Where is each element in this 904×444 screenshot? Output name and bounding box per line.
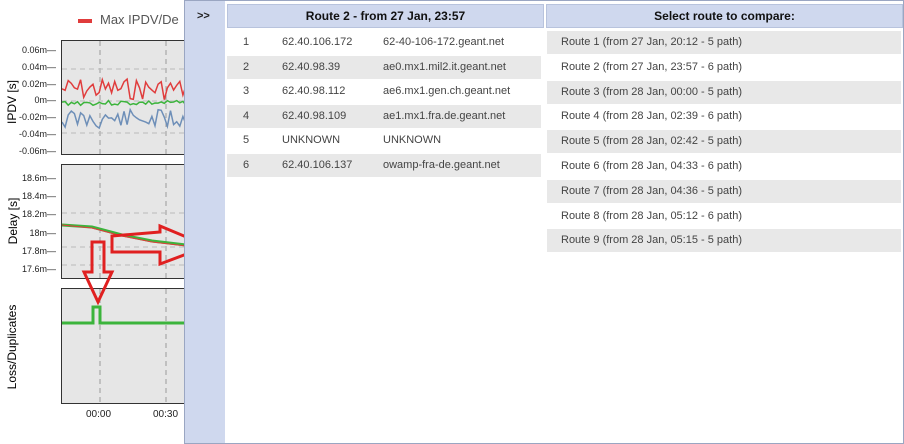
route-option[interactable]: Route 4 (from 28 Jan, 02:39 - 6 path) — [547, 105, 901, 128]
route-option[interactable]: Route 5 (from 28 Jan, 02:42 - 5 path) — [547, 130, 901, 154]
panel-sidebar: >> — [185, 1, 225, 443]
chart-area: Max IPDV/De IPDV [s] 0.06m— 0.04m— 0.02m— 0… — [0, 0, 185, 444]
ipdv-min-series — [62, 107, 184, 130]
hop-hostname: owamp-fra-de.geant.net — [383, 159, 500, 171]
chart-legend[interactable]: Max IPDV/De — [78, 12, 179, 27]
ipdv-tick: -0.04m— — [18, 129, 56, 139]
route-option[interactable]: Route 9 (from 28 Jan, 05:15 - 5 path) — [547, 229, 901, 253]
legend-label: Max IPDV/De — [100, 12, 179, 27]
hop-row: 2 62.40.98.39 ae0.mx1.mil2.it.geant.net — [227, 55, 541, 79]
loss-plot — [61, 288, 185, 404]
hop-ip: 62.40.98.109 — [282, 109, 347, 122]
route-option[interactable]: Route 7 (from 28 Jan, 04:36 - 5 path) — [547, 179, 901, 203]
delay-series — [62, 223, 184, 247]
route-panel: >> Route 2 - from 27 Jan, 23:57 Select r… — [184, 0, 904, 444]
hop-number: 4 — [243, 109, 250, 122]
hop-number: 3 — [243, 85, 250, 98]
hop-hostname: UNKNOWN — [383, 134, 442, 147]
hop-number: 5 — [243, 134, 250, 147]
delay-tick: 18m— — [29, 227, 56, 238]
hop-number: 2 — [243, 60, 250, 73]
delay-tick: 17.6m— — [21, 264, 56, 274]
delay-tick: 18.2m— — [21, 209, 56, 220]
hop-hostname: ae0.mx1.mil2.it.geant.net — [383, 60, 506, 73]
collapse-toggle[interactable]: >> — [197, 10, 210, 22]
x-tick: 00:00 — [86, 409, 112, 420]
compare-header: Select route to compare: — [546, 4, 903, 28]
delay-tick: 18.6m— — [21, 173, 56, 183]
ipdv-tick: 0.06m— — [21, 45, 56, 55]
ipdv-plot — [61, 40, 185, 155]
hop-row: 4 62.40.98.109 ae1.mx1.fra.de.geant.net — [227, 104, 541, 128]
ipdv-tick: 0.04m— — [21, 61, 56, 72]
ipdv-tick: -0.06m— — [18, 145, 56, 156]
route-option[interactable]: Route 6 (from 28 Jan, 04:33 - 6 path) — [547, 155, 901, 178]
ipdv-max-series — [62, 76, 184, 101]
hop-hostname: 62-40-106-172.geant.net — [383, 36, 505, 48]
hop-ip: UNKNOWN — [282, 134, 341, 147]
hop-number: 1 — [243, 36, 250, 48]
hop-row: 5 UNKNOWN UNKNOWN — [227, 129, 541, 152]
route-option[interactable]: Route 8 (from 28 Jan, 05:12 - 6 path) — [547, 205, 901, 228]
hop-hostname: ae1.mx1.fra.de.geant.net — [383, 109, 506, 122]
hop-row: 1 62.40.106.172 62-40-106-172.geant.net — [227, 31, 541, 54]
hop-ip: 62.40.106.172 — [282, 36, 353, 48]
hop-number: 6 — [243, 159, 250, 171]
hop-row: 6 62.40.106.137 owamp-fra-de.geant.net — [227, 154, 541, 177]
route-option[interactable]: Route 2 (from 27 Jan, 23:57 - 6 path) — [547, 56, 901, 79]
delay-plot — [61, 164, 185, 279]
delay-tick: 17.8m— — [21, 245, 56, 256]
ipdv-tick: -0.02m— — [18, 112, 56, 123]
route-header: Route 2 - from 27 Jan, 23:57 — [227, 4, 544, 28]
route-option[interactable]: Route 1 (from 27 Jan, 20:12 - 5 path) — [547, 31, 901, 54]
hop-ip: 62.40.106.137 — [282, 159, 353, 171]
loss-series — [62, 305, 184, 325]
loss-axis-label: Loss/Duplicates — [5, 304, 19, 390]
legend-swatch — [78, 18, 92, 23]
ipdv-tick: 0.02m— — [21, 78, 56, 89]
delay-tick: 18.4m— — [21, 191, 56, 202]
hop-hostname: ae6.mx1.gen.ch.geant.net — [383, 85, 511, 98]
hop-ip: 62.40.98.39 — [282, 60, 341, 73]
ipdv-tick: 0m— — [34, 95, 56, 106]
hop-row: 3 62.40.98.112 ae6.mx1.gen.ch.geant.net — [227, 80, 541, 103]
route-option[interactable]: Route 3 (from 28 Jan, 00:00 - 5 path) — [547, 80, 901, 104]
hop-ip: 62.40.98.112 — [282, 85, 346, 98]
x-tick: 00:30 — [153, 409, 179, 420]
